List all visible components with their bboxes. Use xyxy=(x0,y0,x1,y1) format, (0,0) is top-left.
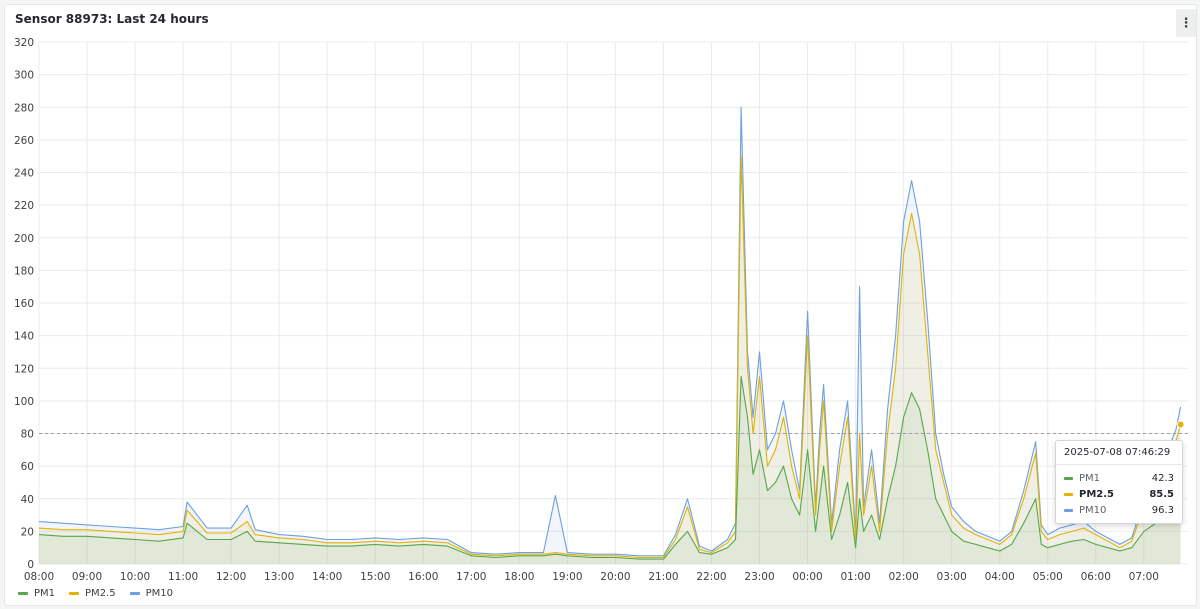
series-area-pm25 xyxy=(39,156,1181,564)
hover-tooltip: 2025-07-08 07:46:29 PM1 42.3 PM2.5 85.5 … xyxy=(1055,440,1183,524)
x-tick-label: 14:00 xyxy=(312,571,342,583)
y-tick-label: 260 xyxy=(14,135,34,147)
legend: PM1 PM2.5 PM10 xyxy=(18,588,173,599)
y-tick-label: 0 xyxy=(27,559,34,571)
x-tick-label: 15:00 xyxy=(360,571,390,583)
x-tick-label: 10:00 xyxy=(120,571,150,583)
y-tick-label: 280 xyxy=(14,102,34,114)
tooltip-name-pm25: PM2.5 xyxy=(1079,488,1114,500)
legend-label-pm25: PM2.5 xyxy=(85,588,116,599)
y-tick-label: 180 xyxy=(14,265,34,277)
x-tick-label: 09:00 xyxy=(72,571,102,583)
legend-item-pm25[interactable]: PM2.5 xyxy=(69,588,116,599)
x-tick-label: 13:00 xyxy=(264,571,294,583)
x-tick-label: 20:00 xyxy=(600,571,630,583)
x-tick-label: 17:00 xyxy=(456,571,486,583)
x-tick-label: 18:00 xyxy=(504,571,534,583)
x-tick-label: 22:00 xyxy=(696,571,726,583)
y-tick-label: 320 xyxy=(14,37,34,49)
tooltip-timestamp: 2025-07-08 07:46:29 xyxy=(1056,441,1182,465)
tooltip-row-pm25: PM2.5 85.5 xyxy=(1064,486,1174,502)
y-tick-label: 140 xyxy=(14,331,34,343)
x-tick-label: 11:00 xyxy=(168,571,198,583)
y-tick-label: 80 xyxy=(21,429,34,441)
tooltip-row-pm1: PM1 42.3 xyxy=(1064,470,1174,486)
y-tick-label: 220 xyxy=(14,200,34,212)
legend-label-pm1: PM1 xyxy=(34,588,56,599)
tooltip-swatch-pm10 xyxy=(1064,508,1073,512)
x-tick-label: 03:00 xyxy=(937,571,967,583)
y-tick-label: 40 xyxy=(21,494,34,506)
tooltip-value-pm1: 42.3 xyxy=(1151,472,1174,484)
hover-point-pm25 xyxy=(1176,420,1185,429)
y-tick-label: 200 xyxy=(14,233,34,245)
legend-label-pm10: PM10 xyxy=(145,588,173,599)
legend-item-pm1[interactable]: PM1 xyxy=(18,588,55,599)
y-tick-label: 300 xyxy=(14,70,34,82)
y-tick-label: 120 xyxy=(14,363,34,375)
x-tick-label: 01:00 xyxy=(840,571,870,583)
tooltip-name-pm10: PM10 xyxy=(1079,504,1107,516)
x-tick-label: 04:00 xyxy=(985,571,1015,583)
y-tick-label: 240 xyxy=(14,168,34,180)
x-tick-label: 08:00 xyxy=(24,571,54,583)
series-line-pm25 xyxy=(38,155,1182,559)
x-tick-label: 12:00 xyxy=(216,571,246,583)
x-tick-label: 02:00 xyxy=(888,571,918,583)
tooltip-name-pm1: PM1 xyxy=(1079,472,1101,484)
tooltip-swatch-pm1 xyxy=(1064,476,1073,480)
x-tick-label: 00:00 xyxy=(792,571,822,583)
x-tick-label: 05:00 xyxy=(1033,571,1063,583)
legend-swatch-pm25 xyxy=(69,592,80,595)
tooltip-value-pm25: 85.5 xyxy=(1149,488,1174,500)
x-tick-label: 06:00 xyxy=(1081,571,1111,583)
legend-swatch-pm10 xyxy=(129,592,140,595)
tooltip-swatch-pm25 xyxy=(1064,492,1073,496)
y-tick-label: 160 xyxy=(14,298,34,310)
x-tick-label: 07:00 xyxy=(1129,571,1159,583)
x-tick-label: 19:00 xyxy=(552,571,582,583)
y-tick-label: 60 xyxy=(21,461,34,473)
legend-swatch-pm1 xyxy=(18,592,28,595)
y-tick-label: 100 xyxy=(14,396,34,408)
legend-item-pm10[interactable]: PM10 xyxy=(129,588,173,599)
x-tick-label: 23:00 xyxy=(744,571,774,583)
y-tick-label: 20 xyxy=(21,526,34,538)
time-series-chart[interactable]: 0 20 40 60 80 100 120 140 160 180 200 220 240 260 280 3… xyxy=(0,0,1200,609)
x-tick-label: 16:00 xyxy=(408,571,438,583)
series-line-pm10 xyxy=(38,106,1182,557)
tooltip-value-pm10: 96.3 xyxy=(1151,504,1174,516)
x-tick-label: 21:00 xyxy=(648,571,678,583)
tooltip-row-pm10: PM10 96.3 xyxy=(1064,502,1174,518)
